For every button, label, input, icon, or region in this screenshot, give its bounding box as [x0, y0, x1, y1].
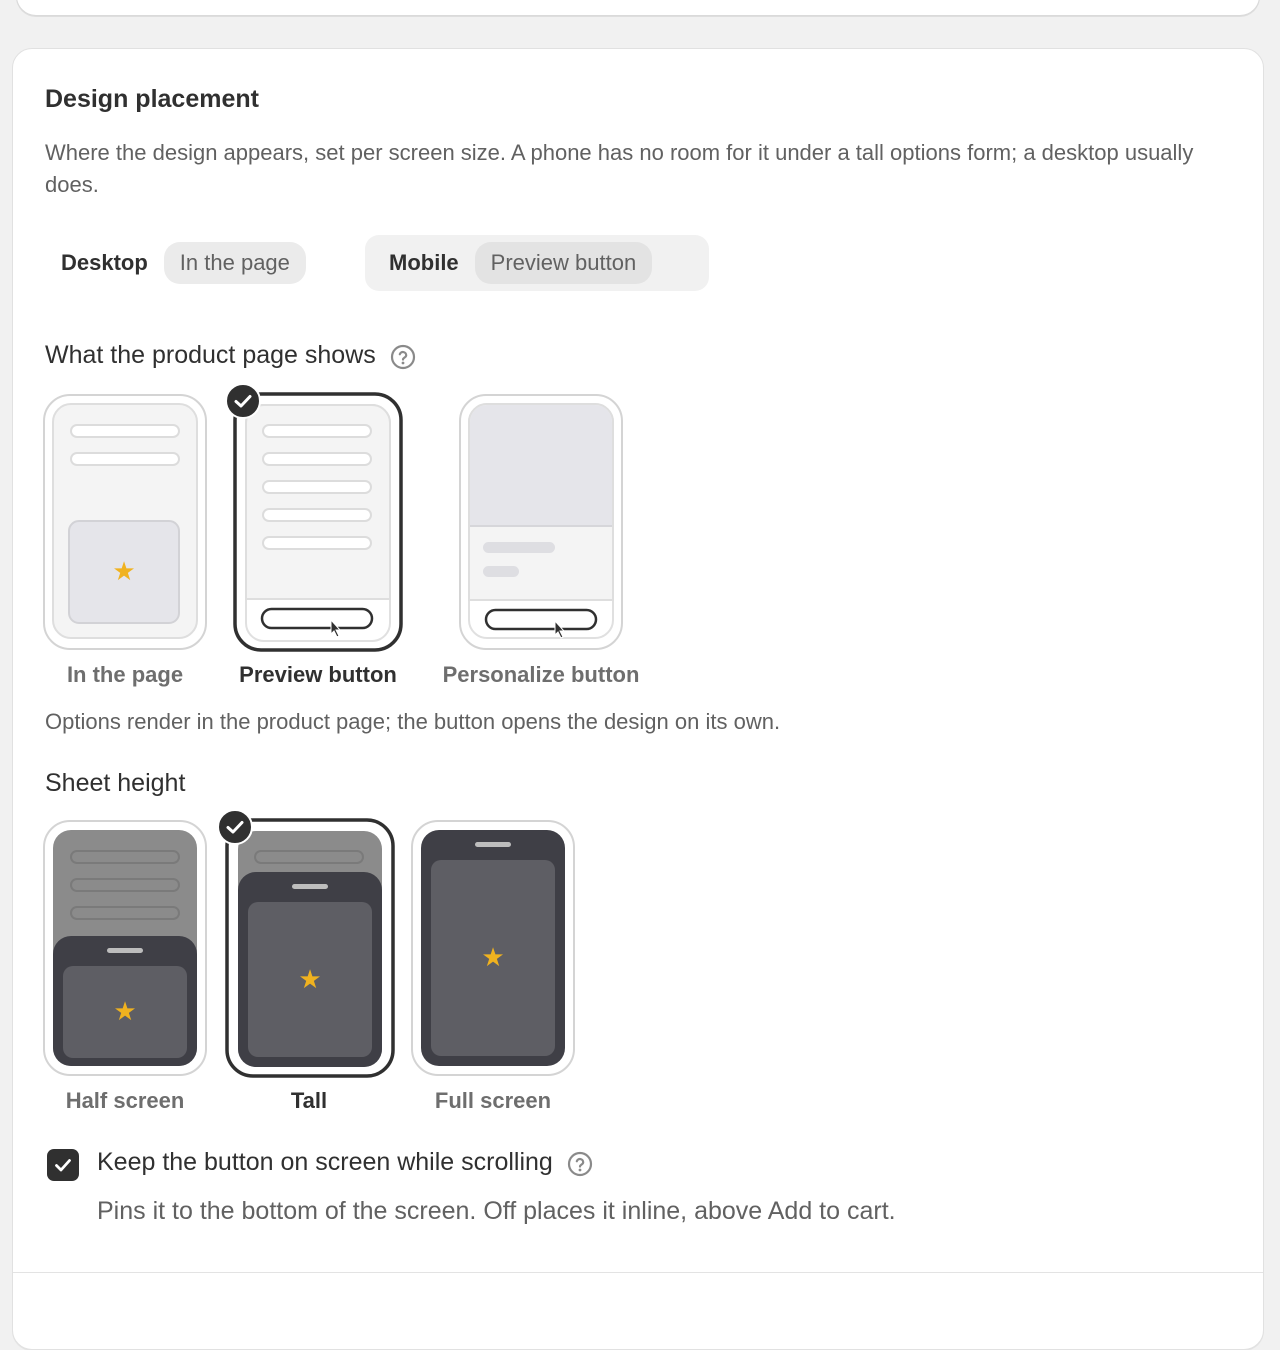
star-icon: ★ [481, 943, 504, 973]
section-title: Design placement [45, 85, 259, 113]
checkmark-icon [55, 1159, 71, 1172]
checkmark-icon [225, 383, 261, 424]
card-divider [13, 1272, 1263, 1273]
device-tab-mobile[interactable]: Mobile Preview button [365, 235, 709, 291]
sticky-button-label-text: Keep the button on screen while scrollin… [97, 1148, 553, 1176]
sheet-height-heading-text: Sheet height [45, 769, 186, 797]
section-description: Where the design appears, set per screen… [45, 140, 1194, 197]
device-label: Mobile [389, 250, 459, 275]
device-tab-desktop[interactable]: Desktop In the page [45, 235, 306, 291]
option-label: Preview button [239, 662, 397, 687]
star-icon: ★ [113, 997, 136, 1027]
design-placement-card: Design placement Where the design appear… [12, 48, 1264, 1350]
device-value: Preview button [474, 242, 653, 284]
option-label: Full screen [434, 1088, 552, 1113]
sheet-height-heading: Sheet height [45, 769, 185, 798]
question-circle-icon[interactable] [567, 1151, 592, 1176]
previous-card [16, 0, 1260, 16]
product-page-heading-text: What the product page shows [45, 341, 376, 369]
option-preview-button[interactable] [233, 392, 403, 652]
option-label: In the page [66, 662, 184, 687]
option-in-the-page[interactable]: ★ [43, 394, 207, 650]
product-page-note: Options render in the product page; the … [45, 709, 781, 734]
option-label: Personalize button [442, 662, 640, 687]
star-icon: ★ [298, 965, 321, 995]
device-label: Desktop [61, 250, 148, 275]
option-label: Half screen [65, 1088, 185, 1113]
option-full-screen[interactable]: ★ [411, 820, 575, 1076]
sticky-button-help: Pins it to the bottom of the screen. Off… [97, 1197, 896, 1225]
option-personalize-button[interactable] [459, 394, 623, 650]
option-label: Tall [290, 1088, 328, 1113]
product-page-heading: What the product page shows [45, 341, 415, 370]
checkmark-icon [217, 809, 253, 850]
option-tall[interactable]: ★ [225, 818, 395, 1078]
sticky-button-label[interactable]: Keep the button on screen while scrollin… [97, 1148, 592, 1177]
option-half-screen[interactable]: ★ [43, 820, 207, 1076]
question-circle-icon[interactable] [390, 344, 415, 369]
sticky-button-checkbox[interactable] [47, 1149, 79, 1181]
device-value: In the page [163, 242, 306, 284]
star-icon: ★ [112, 557, 135, 587]
